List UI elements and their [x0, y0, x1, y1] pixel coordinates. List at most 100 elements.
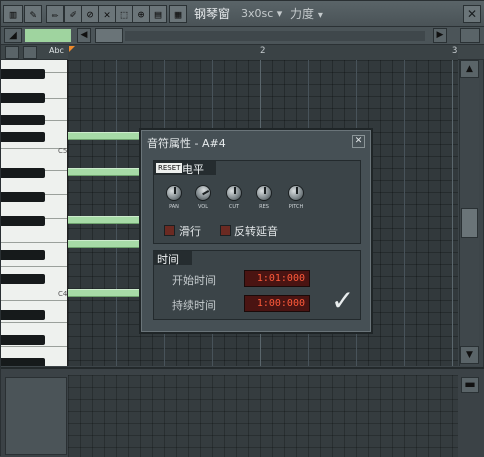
piano-keys-icon[interactable]: ▥: [3, 5, 23, 23]
black-key[interactable]: [1, 132, 45, 142]
start-time-label: 开始时间: [172, 274, 216, 287]
horizontal-scroll-track[interactable]: [125, 31, 425, 41]
bar-3-label: 3: [452, 46, 458, 56]
black-key[interactable]: [1, 250, 45, 260]
cut-knob[interactable]: [226, 185, 242, 201]
chevron-down-icon: ▾: [317, 10, 323, 21]
delete-tool-icon[interactable]: ⊘: [81, 5, 99, 23]
tool-combo[interactable]: 3x0sc ▾: [241, 7, 282, 20]
note-properties-dialog: 音符属性 - A#4 ✕ RESET 电平 PAN VOL CUT RES PI…: [139, 128, 373, 334]
note[interactable]: [68, 289, 140, 297]
piano-keyboard[interactable]: C5 C4: [1, 60, 68, 366]
c5-key-label: C5: [58, 147, 68, 155]
draw-mode-icon[interactable]: ◢: [4, 28, 22, 43]
pan-label: PAN: [169, 204, 179, 210]
white-key-divider: [1, 242, 67, 243]
minus-icon[interactable]: ▬: [461, 377, 479, 393]
playhead-marker-icon[interactable]: [69, 46, 75, 52]
levels-label: 电平: [182, 163, 204, 176]
scroll-down-icon[interactable]: ▼: [460, 346, 479, 364]
white-key-divider: [1, 300, 67, 301]
black-key[interactable]: [1, 192, 45, 202]
note-color-swatch[interactable]: [25, 29, 71, 42]
pitch-knob[interactable]: [288, 185, 304, 201]
black-key[interactable]: [1, 310, 45, 320]
pencil-tool-icon[interactable]: ✏: [46, 5, 64, 23]
mode-combo-value: 力度: [290, 7, 315, 21]
close-icon[interactable]: ✕: [463, 5, 481, 23]
horizontal-scroll-thumb[interactable]: [95, 28, 123, 43]
scroll-right-icon[interactable]: ▶: [433, 28, 447, 43]
vertical-scrollbar[interactable]: ▲ ▼: [459, 60, 479, 366]
piano-roll-window: ▥ ✎ ✏ ✐ ⊘ ✕ ⬚ ⊕ ▤ ▦ 钢琴窗 3x0sc ▾ 力度 ▾ ✕ ◢…: [0, 0, 484, 457]
scroll-up-icon[interactable]: ▲: [460, 60, 479, 78]
ruler-row: Abc 2 3: [1, 45, 484, 60]
pitch-label: PITCH: [288, 204, 304, 210]
bar-2-label: 2: [260, 46, 266, 56]
mode-combo[interactable]: 力度 ▾: [290, 5, 323, 22]
zoom-tool-icon[interactable]: ⊕: [132, 5, 150, 23]
white-key-divider: [1, 266, 67, 267]
beat-line: [116, 60, 117, 366]
slide-checkbox[interactable]: [164, 225, 175, 236]
grid-icon[interactable]: ▦: [169, 5, 187, 23]
black-key[interactable]: [1, 274, 45, 284]
levels-header: RESET 电平: [154, 161, 216, 176]
menu-icon[interactable]: [5, 46, 19, 59]
black-key[interactable]: [1, 69, 45, 79]
event-editor-grid[interactable]: [68, 375, 458, 457]
time-label: 时间: [157, 253, 179, 266]
cut-label: CUT: [228, 204, 240, 210]
scroll-left-icon[interactable]: ◀: [77, 28, 91, 43]
length-time-label: 持续时间: [172, 299, 216, 312]
time-header: 时间: [154, 251, 192, 266]
res-knob[interactable]: [256, 185, 272, 201]
bar-line: [452, 60, 453, 366]
black-key[interactable]: [1, 358, 45, 366]
playback-tool-icon[interactable]: ▤: [149, 5, 167, 23]
wrench-icon[interactable]: ✎: [24, 5, 42, 23]
title-bar: ▥ ✎ ✏ ✐ ⊘ ✕ ⬚ ⊕ ▤ ▦ 钢琴窗 3x0sc ▾ 力度 ▾ ✕: [1, 1, 484, 27]
brush-tool-icon[interactable]: ✐: [64, 5, 82, 23]
zoom-box-icon[interactable]: [460, 28, 480, 43]
abc-label[interactable]: Abc: [49, 46, 64, 55]
close-icon[interactable]: ✕: [352, 135, 365, 148]
c4-key-label: C4: [58, 290, 68, 298]
mute-tool-icon[interactable]: ✕: [98, 5, 116, 23]
event-editor-side: [5, 377, 67, 455]
levels-group: RESET 电平 PAN VOL CUT RES PITCH 滑行 反转延音: [153, 160, 361, 244]
note[interactable]: [68, 216, 140, 224]
dialog-title: 音符属性 - A#4: [147, 137, 226, 150]
chevron-down-icon: ▾: [276, 7, 283, 20]
vol-label: VOL: [197, 204, 209, 210]
tool-combo-value: 3x0sc: [241, 7, 274, 20]
select-tool-icon[interactable]: ⬚: [115, 5, 133, 23]
window-title: 钢琴窗: [194, 7, 231, 21]
vertical-scroll-thumb[interactable]: [461, 208, 478, 238]
start-time-display[interactable]: 1:01:000: [244, 270, 310, 287]
black-key[interactable]: [1, 335, 45, 345]
note[interactable]: [68, 132, 140, 140]
portamento-checkbox[interactable]: [220, 225, 231, 236]
white-key-divider: [1, 322, 67, 323]
horizontal-scroll-row: ◢ ◀ ▶: [1, 27, 484, 45]
note[interactable]: [68, 168, 140, 176]
slide-label: 滑行: [179, 225, 201, 238]
pan-knob[interactable]: [166, 185, 182, 201]
time-group: 时间 开始时间 1:01:000 持续时间 1:00:000: [153, 250, 361, 320]
portamento-label: 反转延音: [234, 225, 278, 238]
white-key-divider: [1, 346, 67, 347]
event-editor-pane: ▬: [1, 367, 484, 457]
vol-knob[interactable]: [192, 182, 214, 204]
note[interactable]: [68, 240, 140, 248]
black-key[interactable]: [1, 216, 45, 226]
length-time-display[interactable]: 1:00:000: [244, 295, 310, 312]
list-icon[interactable]: [23, 46, 37, 59]
res-label: RES: [259, 204, 269, 210]
reset-button[interactable]: RESET: [156, 163, 183, 173]
timeline-ruler[interactable]: 2 3: [68, 45, 458, 60]
black-key[interactable]: [1, 93, 45, 103]
black-key[interactable]: [1, 168, 45, 178]
black-key[interactable]: [1, 115, 45, 125]
confirm-checkmark-icon[interactable]: ✓: [331, 284, 354, 317]
